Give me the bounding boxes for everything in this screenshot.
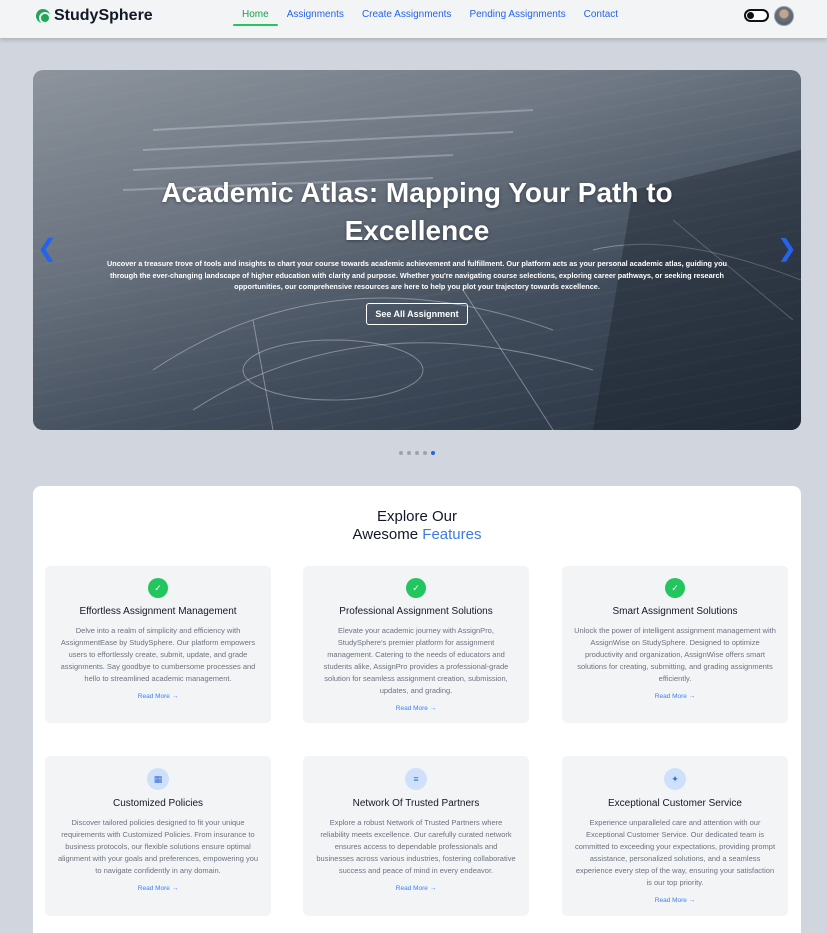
feature-description: Elevate your academic journey with Assig… [323, 626, 509, 695]
feature-title: Smart Assignment Solutions [612, 606, 738, 617]
feature-card: ✓ Smart Assignment Solutions Unlock the … [562, 566, 788, 723]
feature-card: ≡ Network Of Trusted Partners Explore a … [303, 756, 529, 916]
read-more-link[interactable]: Read More → [396, 705, 436, 712]
check-badge-icon: ✓ [406, 578, 426, 598]
avatar[interactable] [774, 6, 794, 26]
carousel-indicators [399, 451, 435, 455]
read-more-link[interactable]: Read More → [655, 897, 695, 904]
feature-card: ✓ Effortless Assignment Management Delve… [45, 566, 271, 723]
feature-title: Customized Policies [112, 798, 204, 809]
features-heading-word: Awesome [352, 526, 419, 543]
carousel-dot[interactable] [415, 451, 419, 455]
sparkle-icon: ✦ [664, 768, 686, 790]
hero-description: Uncover a treasure trove of tools and in… [107, 259, 727, 291]
features-heading-line2: Awesome Features [33, 526, 801, 544]
read-more-label: Read More [137, 885, 170, 892]
chevron-right-icon[interactable]: ❯ [777, 237, 797, 261]
navbar: StudySphere Home Assignments Create Assi… [0, 0, 827, 38]
nav-link-pending-assignments[interactable]: Pending Assignments [460, 6, 574, 26]
features-heading-accent: Features [422, 526, 482, 543]
feature-title: Effortless Assignment Management [79, 606, 237, 617]
feature-title: Professional Assignment Solutions [339, 606, 493, 617]
read-more-link[interactable]: Read More → [655, 693, 695, 700]
features-heading-line1: Explore Our [376, 508, 458, 525]
carousel-dot[interactable] [407, 451, 411, 455]
nav-link-create-assignments[interactable]: Create Assignments [353, 6, 461, 26]
brand-name: StudySphere [54, 7, 153, 24]
chevron-left-icon[interactable]: ❮ [37, 237, 57, 261]
read-more-label: Read More [137, 693, 170, 700]
read-more-label: Read More [395, 705, 428, 712]
read-more-label: Read More [654, 897, 687, 904]
feature-description: Unlock the power of intelligent assignme… [574, 626, 776, 683]
hero-content: Academic Atlas: Mapping Your Path to Exc… [93, 174, 741, 325]
sliders-icon: ≡ [405, 768, 427, 790]
nav-link-assignments[interactable]: Assignments [278, 6, 353, 26]
feature-description: Delve into a realm of simplicity and eff… [60, 626, 256, 683]
features-section: Explore Our Awesome Features ✓ Effortles… [33, 486, 801, 933]
brand[interactable]: StudySphere [36, 7, 153, 25]
check-badge-icon: ✓ [148, 578, 168, 598]
feature-card: ✓ Professional Assignment Solutions Elev… [303, 566, 529, 723]
carousel-dot-active[interactable] [431, 451, 435, 455]
read-more-label: Read More [395, 885, 428, 892]
carousel-dot[interactable] [423, 451, 427, 455]
read-more-link[interactable]: Read More → [138, 885, 178, 892]
feature-description: Explore a robust Network of Trusted Part… [316, 818, 516, 875]
feature-description: Discover tailored policies designed to f… [57, 818, 259, 875]
nav-links: Home Assignments Create Assignments Pend… [233, 6, 627, 26]
hero-title: Academic Atlas: Mapping Your Path to Exc… [161, 177, 673, 246]
read-more-link[interactable]: Read More → [138, 693, 178, 700]
clipboard-icon: ▦ [147, 768, 169, 790]
read-more-label: Read More [654, 693, 687, 700]
nav-link-contact[interactable]: Contact [575, 6, 627, 26]
feature-card: ▦ Customized Policies Discover tailored … [45, 756, 271, 916]
features-heading: Explore Our Awesome Features [33, 508, 801, 544]
feature-card: ✦ Exceptional Customer Service Experienc… [562, 756, 788, 916]
theme-toggle[interactable] [744, 9, 769, 22]
read-more-link[interactable]: Read More → [396, 885, 436, 892]
feature-title: Network Of Trusted Partners [352, 798, 480, 809]
check-badge-icon: ✓ [665, 578, 685, 598]
carousel-dot[interactable] [399, 451, 403, 455]
hero-carousel: Academic Atlas: Mapping Your Path to Exc… [33, 70, 801, 430]
see-all-assignment-button[interactable]: See All Assignment [366, 302, 468, 325]
logo-icon [36, 9, 51, 24]
nav-link-home[interactable]: Home [233, 6, 278, 26]
feature-description: Experience unparalleled care and attenti… [574, 818, 776, 887]
feature-title: Exceptional Customer Service [608, 798, 742, 809]
